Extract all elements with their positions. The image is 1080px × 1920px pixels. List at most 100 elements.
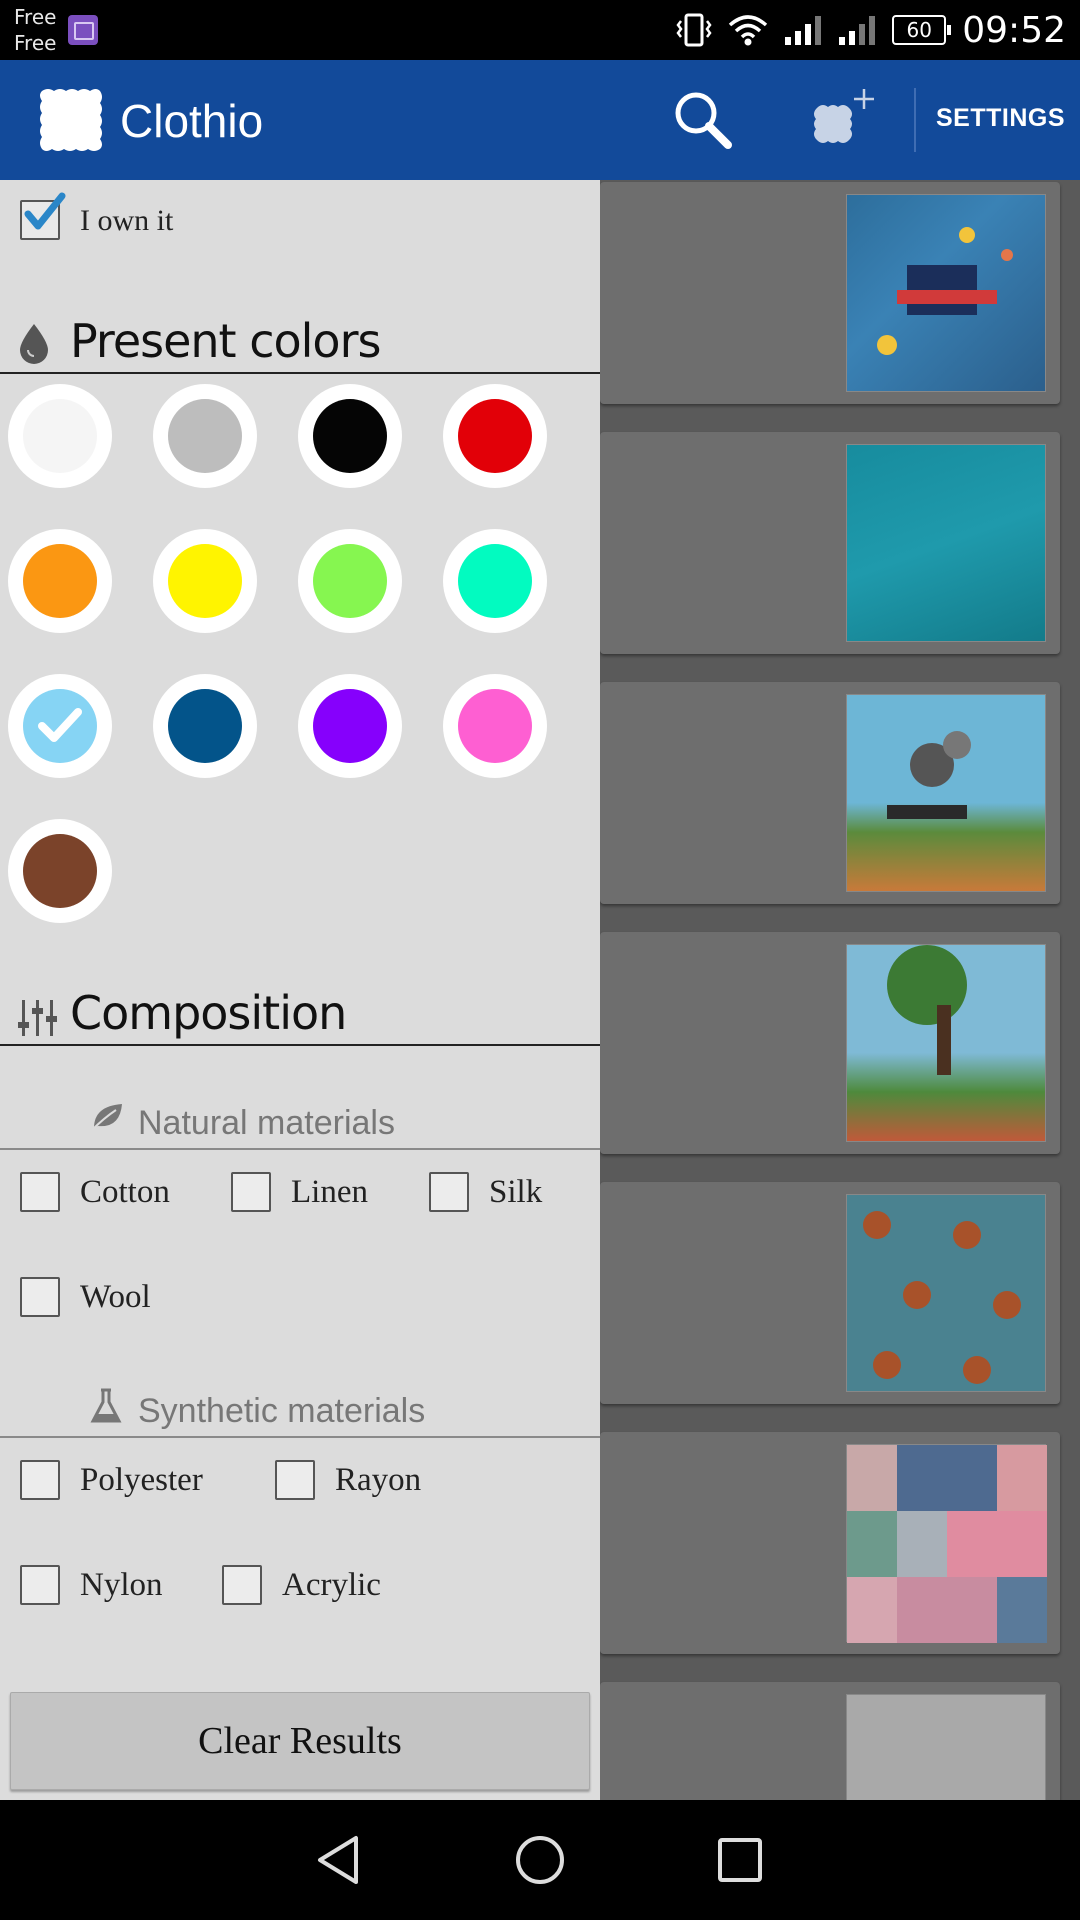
clock: 09:52: [962, 9, 1066, 51]
color-swatch-dark-blue[interactable]: [153, 674, 257, 778]
fabric-card-2[interactable]: [600, 432, 1060, 654]
fabric-card-3[interactable]: [600, 682, 1060, 904]
fabric-thumbnail-6: [846, 1444, 1047, 1643]
robot-pattern-image: [877, 227, 1013, 355]
color-dot: [23, 399, 97, 473]
composition-title: Composition: [70, 986, 347, 1040]
navigation-bar: [0, 1800, 1080, 1920]
vibrate-icon: [676, 13, 712, 47]
wool-label: Wool: [80, 1279, 151, 1315]
fabric-thumbnail-7: [846, 1694, 1046, 1800]
fabric-thumbnail-2: [846, 444, 1046, 642]
sliders-icon: [18, 1000, 57, 1036]
synthetic-divider: [0, 1436, 600, 1438]
color-dot: [23, 544, 97, 618]
silk-label: Silk: [489, 1174, 543, 1210]
filter-drawer: I own it Present colors Composition Natu…: [0, 180, 600, 1800]
natural-materials-title: Natural materials: [138, 1104, 395, 1142]
present-colors-divider: [0, 372, 600, 374]
reindeer-pattern-image: [863, 1211, 1021, 1384]
fabric-thumbnail-5: [846, 1194, 1046, 1392]
wool-checkbox[interactable]: [20, 1277, 60, 1317]
color-swatch-brown[interactable]: [8, 819, 112, 923]
cotton-label: Cotton: [80, 1174, 170, 1210]
color-dot: [313, 544, 387, 618]
app-logo-icon: [40, 89, 102, 151]
color-swatch-purple[interactable]: [298, 674, 402, 778]
color-dot: [458, 689, 532, 763]
color-dot: [23, 834, 97, 908]
color-dot: [313, 689, 387, 763]
nylon-label: Nylon: [80, 1567, 163, 1603]
color-dot: [168, 544, 242, 618]
own-it-checkbox[interactable]: [20, 192, 66, 240]
synthetic-materials-title: Synthetic materials: [138, 1392, 426, 1430]
silk-checkbox[interactable]: [429, 1172, 469, 1212]
carrier-line-1: Free: [14, 5, 57, 29]
fabric-card-1[interactable]: [600, 182, 1060, 404]
own-it-label: I own it: [80, 204, 174, 237]
polyester-checkbox[interactable]: [20, 1460, 60, 1500]
settings-button[interactable]: SETTINGS: [936, 104, 1065, 133]
present-colors-title: Present colors: [70, 314, 381, 368]
fabric-card-5[interactable]: [600, 1182, 1060, 1404]
appbar-divider: [914, 88, 916, 152]
color-swatch-light-blue[interactable]: [8, 674, 112, 778]
carrier-info: Free Free: [14, 4, 56, 56]
fabric-thumbnail-4: [846, 944, 1046, 1142]
gallery-notification-icon: [68, 15, 98, 45]
color-swatch-white[interactable]: [8, 384, 112, 488]
app-title: Clothio: [120, 95, 264, 147]
status-bar: Free Free 60 09:52: [0, 0, 1080, 60]
color-swatch-pink[interactable]: [443, 674, 547, 778]
fabric-card-4[interactable]: [600, 932, 1060, 1154]
fabric-card-6[interactable]: [600, 1432, 1060, 1654]
checkmark-icon: [24, 192, 66, 230]
tree-pattern-image: [887, 945, 967, 1075]
cartoon-pattern-image: [887, 731, 971, 819]
natural-divider: [0, 1148, 600, 1150]
cotton-checkbox[interactable]: [20, 1172, 60, 1212]
drop-icon: [20, 324, 48, 364]
linen-label: Linen: [291, 1174, 368, 1210]
app-bar: Clothio SETTINGS: [0, 60, 1080, 180]
fabric-card-7[interactable]: [600, 1682, 1060, 1800]
acrylic-label: Acrylic: [282, 1567, 381, 1603]
color-dot: [458, 399, 532, 473]
status-icons: 60 09:52: [676, 0, 1066, 60]
nylon-checkbox[interactable]: [20, 1565, 60, 1605]
patchwork-pattern-image: [847, 1445, 1047, 1643]
color-swatch-grey[interactable]: [153, 384, 257, 488]
leaf-icon: [91, 1104, 122, 1131]
color-swatch-yellow[interactable]: [153, 529, 257, 633]
clear-results-button[interactable]: Clear Results: [10, 1692, 590, 1790]
color-dot: [458, 544, 532, 618]
color-dot: [313, 399, 387, 473]
battery-icon: 60: [892, 15, 952, 45]
search-icon[interactable]: [670, 87, 736, 153]
wifi-icon: [729, 15, 768, 46]
rayon-checkbox[interactable]: [275, 1460, 315, 1500]
fabric-thumbnail-3: [846, 694, 1046, 892]
signal-icon-2: [839, 16, 876, 45]
color-swatch-turquoise[interactable]: [443, 529, 547, 633]
carrier-line-2: Free: [14, 31, 57, 55]
add-fabric-icon[interactable]: [808, 85, 878, 155]
color-swatch-green[interactable]: [298, 529, 402, 633]
recents-icon[interactable]: [710, 1830, 770, 1890]
color-swatch-black[interactable]: [298, 384, 402, 488]
linen-checkbox[interactable]: [231, 1172, 271, 1212]
color-swatch-red[interactable]: [443, 384, 547, 488]
color-dot: [168, 399, 242, 473]
polyester-label: Polyester: [80, 1462, 203, 1498]
color-dot: [168, 689, 242, 763]
signal-icon-1: [785, 16, 822, 45]
back-icon[interactable]: [310, 1830, 370, 1890]
composition-divider: [0, 1044, 600, 1046]
home-icon[interactable]: [510, 1830, 570, 1890]
fabric-thumbnail-1: [846, 194, 1046, 392]
color-swatch-orange[interactable]: [8, 529, 112, 633]
selected-check-icon: [38, 708, 82, 742]
rayon-label: Rayon: [335, 1462, 422, 1498]
acrylic-checkbox[interactable]: [222, 1565, 262, 1605]
